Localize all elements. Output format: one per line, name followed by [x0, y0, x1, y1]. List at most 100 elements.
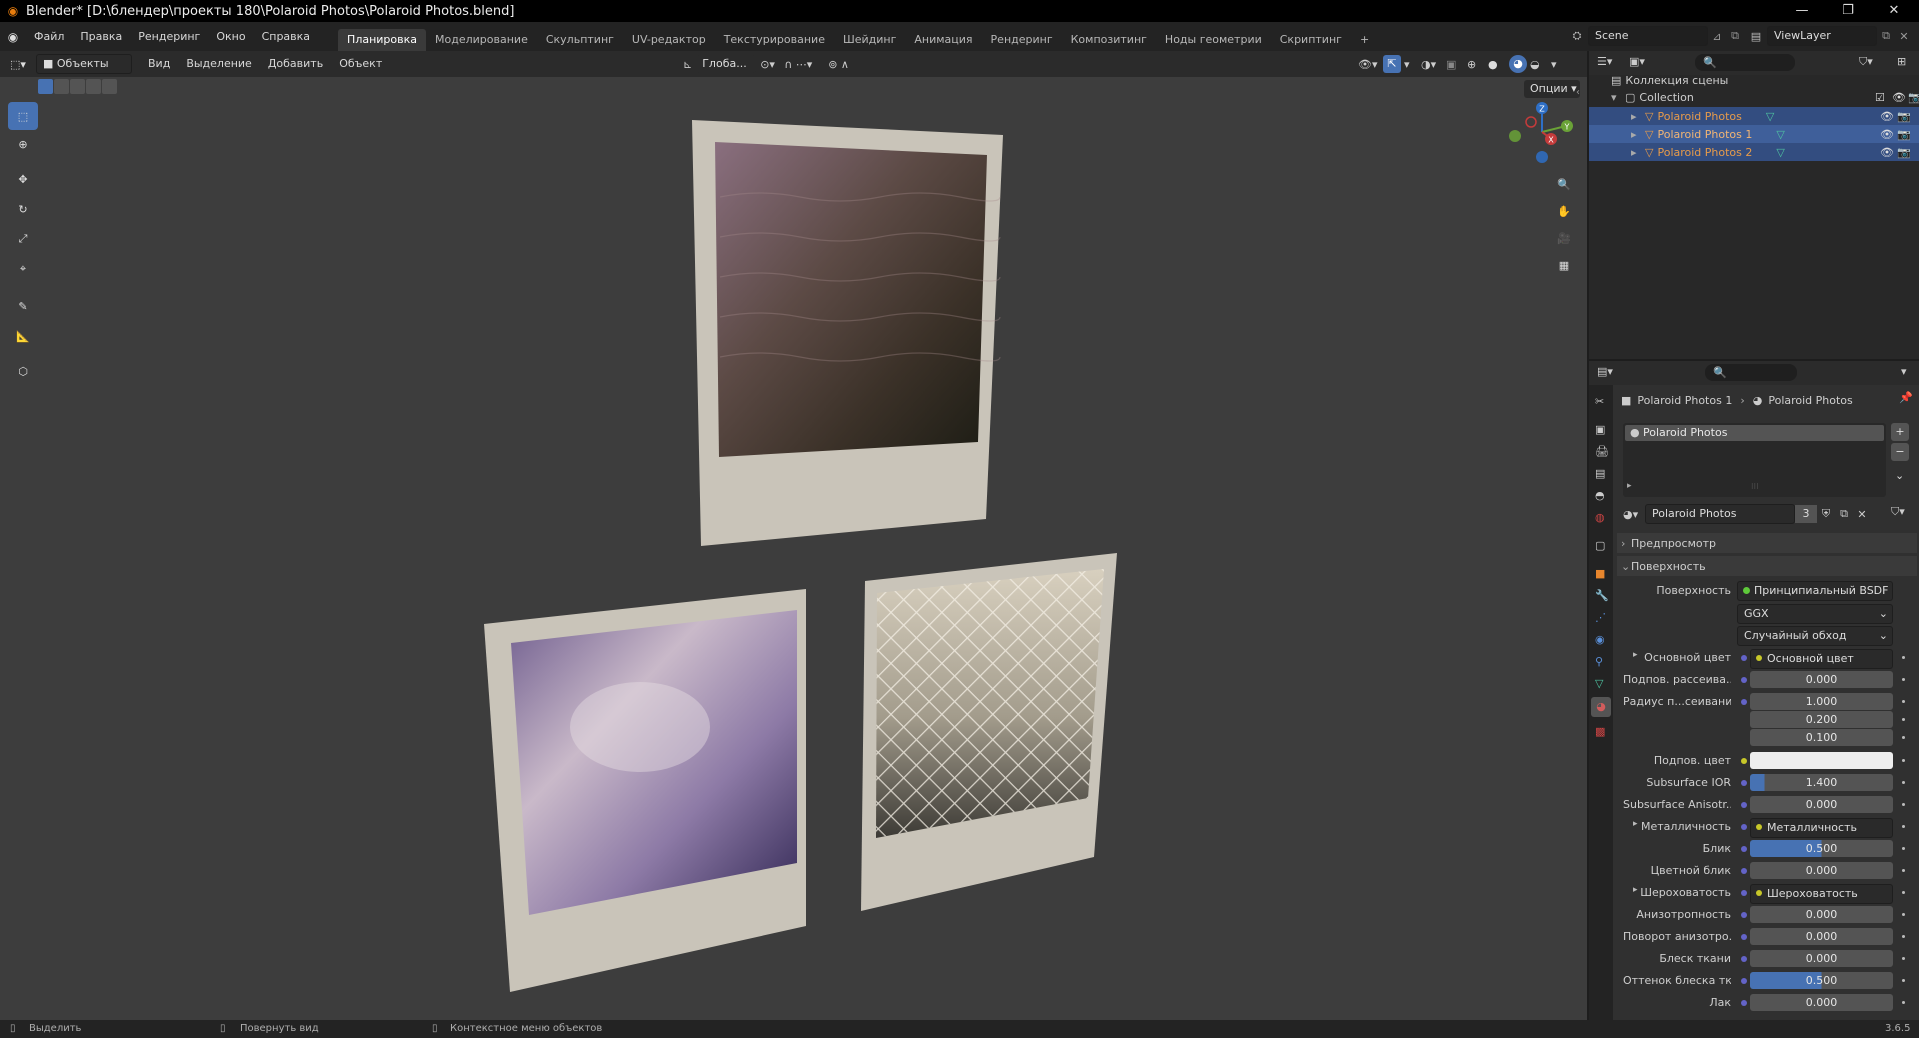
new-scene-icon[interactable]: ⧉ [1726, 29, 1744, 43]
material-tab-icon[interactable]: ◕ [1591, 697, 1611, 717]
input-socket-icon[interactable] [1741, 956, 1747, 962]
gizmo-neg-y[interactable] [1509, 130, 1521, 142]
animate-property-icon[interactable] [1902, 913, 1905, 916]
slot-expand-icon[interactable]: ▸ [1627, 481, 1632, 491]
scene-name[interactable]: Scene [1588, 26, 1708, 46]
gizmo-toggle-icon[interactable]: ⇱ [1383, 55, 1401, 73]
collection-visibility-icon[interactable]: 👁 [1892, 91, 1906, 104]
new-viewlayer-icon[interactable]: ⧉ [1877, 29, 1895, 43]
animate-property-icon[interactable] [1902, 803, 1905, 806]
texture-tab-icon[interactable]: ▩ [1595, 725, 1605, 738]
collection-row[interactable]: ▾ ▢ Collection ☑ 👁 📷 [1611, 88, 1919, 106]
linked-input-field[interactable]: Шероховатость [1750, 884, 1893, 904]
tab-sculpting[interactable]: Скульптинг [537, 29, 623, 51]
resize-handle-icon[interactable]: ⁝⁝⁝ [1751, 482, 1759, 491]
menu-object[interactable]: Объект [331, 51, 390, 77]
expand-icon[interactable]: ▸ [1633, 650, 1638, 660]
view-layer-tab-icon[interactable]: ▤ [1595, 467, 1605, 480]
physics-tab-icon[interactable]: ◉ [1595, 633, 1605, 646]
input-socket-icon[interactable] [1741, 1000, 1747, 1006]
object-render-icon[interactable]: 📷 [1897, 110, 1911, 123]
solid-shading-icon[interactable]: ● [1488, 58, 1506, 71]
surface-shader-field[interactable]: Принципиальный BSDF [1737, 581, 1893, 601]
input-socket-icon[interactable] [1741, 890, 1747, 896]
overlays-icon[interactable]: ◑▾ [1421, 58, 1443, 71]
numeric-field[interactable]: 0.200 [1750, 711, 1893, 728]
outliner-editor-icon[interactable]: ☰▾ [1597, 55, 1612, 68]
slot-specials-icon[interactable]: ⌄ [1895, 469, 1904, 482]
tab-texture-paint[interactable]: Текстурирование [715, 29, 834, 51]
properties-editor-icon[interactable]: ▤▾ [1597, 365, 1613, 378]
zoom-icon[interactable]: 🔍 [1552, 173, 1576, 197]
mode-selector[interactable]: ■ Объекты [36, 54, 132, 74]
perspective-grid-icon[interactable]: ▦ [1552, 254, 1576, 278]
menu-select[interactable]: Выделение [178, 51, 260, 77]
collection-render-icon[interactable]: 📷 [1908, 91, 1919, 104]
animate-property-icon[interactable] [1902, 847, 1905, 850]
animate-property-icon[interactable] [1902, 979, 1905, 982]
numeric-field[interactable]: 1.400 [1750, 774, 1893, 791]
outliner-object-row-0[interactable]: ▸ ▽ Polaroid Photos ▽ 👁 📷 [1589, 107, 1919, 125]
pan-hand-icon[interactable]: ✋ [1552, 200, 1576, 224]
input-socket-icon[interactable] [1741, 655, 1747, 661]
expand-icon[interactable]: ▸ [1631, 128, 1645, 141]
input-socket-icon[interactable] [1741, 802, 1747, 808]
blender-menu-icon[interactable]: ◉ [0, 30, 26, 44]
particles-tab-icon[interactable]: ⋰ [1595, 611, 1606, 624]
node-tree-icon[interactable]: ⛉▾ [1891, 505, 1905, 519]
numeric-field[interactable]: 0.000 [1750, 796, 1893, 813]
tab-compositing[interactable]: Композитинг [1062, 29, 1156, 51]
snap-icon[interactable]: ∩ ⋯▾ [784, 58, 824, 71]
object-visibility-icon[interactable]: 👁 [1880, 128, 1894, 141]
input-socket-icon[interactable] [1741, 758, 1747, 764]
outliner-object-row-2[interactable]: ▸ ▽ Polaroid Photos 2 ▽ 👁 📷 [1589, 143, 1919, 161]
pivot-icon[interactable]: ⊙▾ [760, 58, 780, 71]
animate-property-icon[interactable] [1902, 1001, 1905, 1004]
numeric-field[interactable]: 0.000 [1750, 671, 1893, 688]
numeric-field[interactable]: 1.000 [1750, 693, 1893, 710]
3d-viewport[interactable]: Опции ▾ ⬚ ⊕ ✥ ↻ ⤢ ⌖ ✎ 📐 ⬡ Z Y X ‹ 🔍 ✋ 🎥 … [0, 77, 1587, 1020]
collection-checkbox-icon[interactable]: ☑ [1875, 91, 1885, 104]
animate-property-icon[interactable] [1902, 781, 1905, 784]
scene-selector[interactable]: ⛭ Scene ⊿ ⧉ [1566, 26, 1746, 46]
viewlayer-selector[interactable]: ▤ ViewLayer ⧉ ✕ [1745, 26, 1915, 46]
tool-tab-icon[interactable]: ✂ [1595, 395, 1604, 408]
color-swatch[interactable] [1750, 752, 1893, 769]
animate-property-icon[interactable] [1902, 656, 1905, 659]
animate-property-icon[interactable] [1902, 891, 1905, 894]
material-slot-item[interactable]: ● Polaroid Photos [1625, 425, 1884, 441]
surface-panel-header[interactable]: ⌄ Поверхность [1617, 556, 1917, 576]
pin-icon[interactable]: ⊿ [1708, 30, 1726, 43]
camera-icon[interactable]: 🎥 [1552, 227, 1576, 251]
proportional-edit-icon[interactable]: ⊚ ∧ [828, 58, 858, 71]
browse-material-icon[interactable]: ◕▾ [1623, 508, 1645, 521]
animate-property-icon[interactable] [1902, 957, 1905, 960]
fake-user-icon[interactable]: ⛨ [1817, 507, 1835, 521]
menu-view[interactable]: Вид [140, 51, 178, 77]
input-socket-icon[interactable] [1741, 868, 1747, 874]
numeric-field[interactable]: 0.100 [1750, 729, 1893, 746]
numeric-field[interactable]: 0.000 [1750, 994, 1893, 1011]
tab-uv-editing[interactable]: UV-редактор [623, 29, 715, 51]
duplicate-material-icon[interactable]: ⧉ [1835, 507, 1853, 521]
sidebar-toggle-icon[interactable]: ‹ [1576, 87, 1580, 98]
constraints-tab-icon[interactable]: ⚲ [1595, 655, 1603, 668]
scene-collection-row[interactable]: ▤ Коллекция сцены [1611, 71, 1728, 89]
animate-property-icon[interactable] [1902, 869, 1905, 872]
visibility-icon[interactable]: 👁▾ [1358, 58, 1380, 71]
maximize-button[interactable]: ❐ [1825, 0, 1871, 22]
input-socket-icon[interactable] [1741, 978, 1747, 984]
subsurface-method-dropdown[interactable]: Случайный обход ⌄ [1737, 626, 1893, 646]
remove-slot-button[interactable]: − [1891, 443, 1909, 461]
menu-help[interactable]: Справка [254, 22, 318, 51]
tab-animation[interactable]: Анимация [905, 29, 981, 51]
material-name-field[interactable]: Polaroid Photos [1645, 504, 1795, 524]
numeric-field[interactable]: 0.000 [1750, 928, 1893, 945]
animate-property-icon[interactable] [1902, 825, 1905, 828]
numeric-field[interactable]: 0.000 [1750, 862, 1893, 879]
scene-tab-icon[interactable]: ◓ [1595, 489, 1605, 502]
polaroid-top[interactable] [692, 120, 1003, 546]
pin-properties-icon[interactable]: 📌 [1899, 391, 1913, 404]
object-tab-icon[interactable]: ■ [1595, 567, 1605, 580]
outliner-search-input[interactable]: 🔍 [1695, 54, 1795, 71]
